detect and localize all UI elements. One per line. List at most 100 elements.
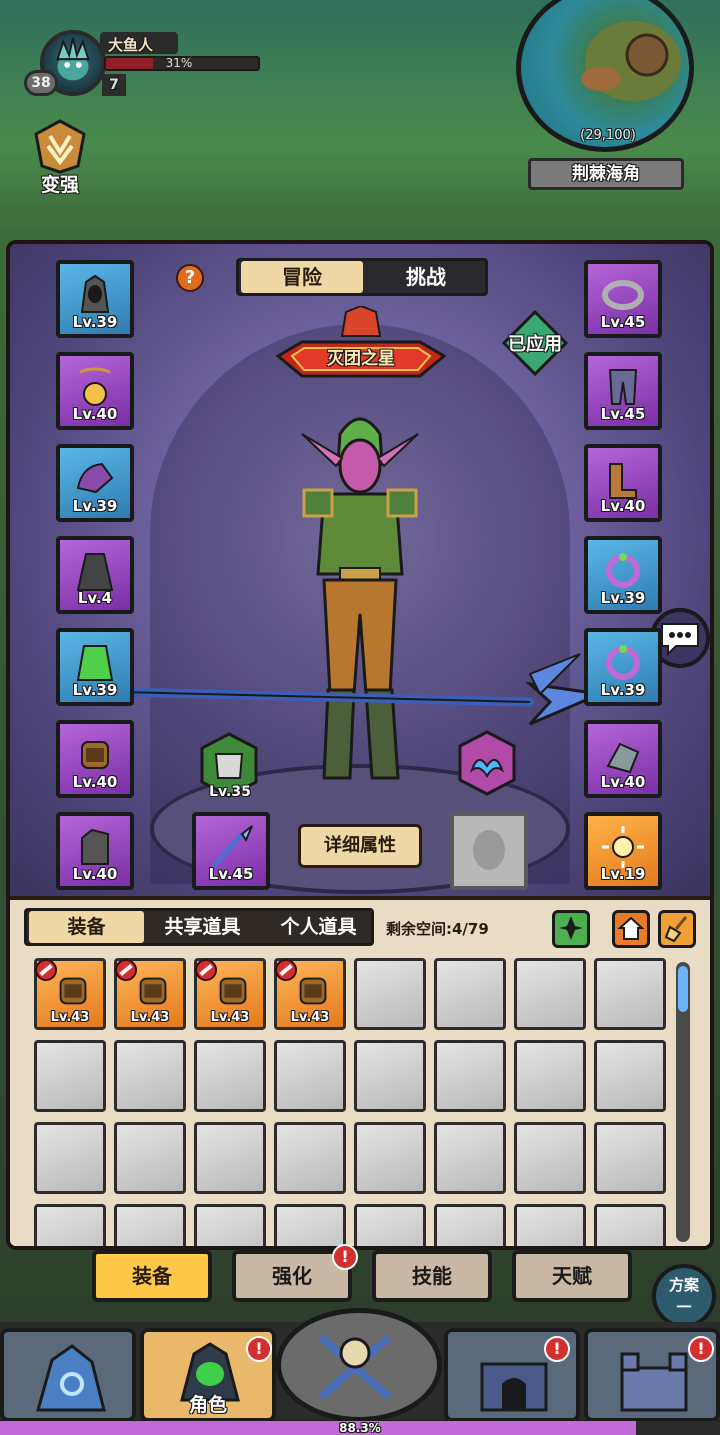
- scrollbar-thumb[interactable]: [678, 966, 688, 1012]
- loadout-plan-button[interactable]: 方案 一: [652, 1264, 716, 1328]
- locked-slot[interactable]: [450, 812, 528, 890]
- gate-alert-icon: !: [544, 1336, 570, 1362]
- tab-adventure[interactable]: 冒险: [241, 261, 363, 293]
- grow-stronger-label: 变强: [40, 174, 79, 196]
- inventory-empty-cell[interactable]: [514, 1204, 586, 1246]
- inventory-empty-cell[interactable]: [594, 958, 666, 1030]
- bracer-icon: [59, 977, 87, 1005]
- inventory-empty-cell[interactable]: [114, 1204, 186, 1246]
- applied-label: 已应用: [508, 334, 562, 355]
- wings-badge-icon[interactable]: [454, 730, 520, 796]
- inventory-item[interactable]: Lv.43: [274, 958, 346, 1030]
- inventory-item[interactable]: Lv.43: [114, 958, 186, 1030]
- slot-level: Lv.39: [600, 681, 646, 699]
- armor-set-level: Lv.35: [209, 784, 251, 800]
- bracer-icon: [299, 977, 327, 1005]
- left-equipment-slot-4[interactable]: Lv.4: [56, 536, 134, 614]
- help-button[interactable]: ?: [176, 264, 204, 292]
- enhance-alert-icon: !: [332, 1244, 358, 1270]
- inventory-empty-cell[interactable]: [194, 1040, 266, 1112]
- bracer-icon: [81, 741, 109, 769]
- left-equipment-slot-5[interactable]: Lv.39: [56, 628, 134, 706]
- nav-role-label: 角色: [188, 1394, 227, 1416]
- inventory-empty-cell[interactable]: [434, 958, 506, 1030]
- left-equipment-slot-6[interactable]: Lv.40: [56, 720, 134, 798]
- amulet-icon: [79, 367, 111, 406]
- tab-shared-items[interactable]: 共享道具: [145, 911, 260, 943]
- character-view: ? 冒险 挑战 灭团之星 已应用 Lv.45 Lv.35 详细属性 Lv.39 …: [10, 244, 710, 896]
- right-equipment-slot-1[interactable]: Lv.45: [584, 260, 662, 338]
- right-equipment-slot-7[interactable]: Lv.19: [584, 812, 662, 890]
- right-equipment-slot-3[interactable]: Lv.40: [584, 444, 662, 522]
- inventory-empty-cell[interactable]: [514, 958, 586, 1030]
- left-equipment-slot-2[interactable]: Lv.40: [56, 352, 134, 430]
- crest-icon: [34, 119, 86, 174]
- mode-tabs: 冒险 挑战: [236, 258, 488, 296]
- subtab-talent[interactable]: 天赋: [512, 1250, 632, 1302]
- inventory-empty-cell[interactable]: [594, 1122, 666, 1194]
- nav-home[interactable]: [0, 1328, 136, 1422]
- warehouse-button[interactable]: [612, 910, 650, 948]
- inventory-space: 剩余空间:4/79: [386, 920, 489, 938]
- inventory-empty-cell[interactable]: [274, 1122, 346, 1194]
- rune-stone-icon: [36, 1344, 106, 1412]
- left-equipment-slot-3[interactable]: Lv.39: [56, 444, 134, 522]
- tab-challenge[interactable]: 挑战: [365, 261, 487, 293]
- tab-equipment[interactable]: 装备: [29, 911, 144, 943]
- inventory-empty-cell[interactable]: [434, 1204, 506, 1246]
- subtab-skills[interactable]: 技能: [372, 1250, 492, 1302]
- inventory-empty-cell[interactable]: [354, 1122, 426, 1194]
- inventory-item[interactable]: Lv.43: [194, 958, 266, 1030]
- inventory-empty-cell[interactable]: [34, 1204, 106, 1246]
- left-equipment-slot-7[interactable]: Lv.40: [56, 812, 134, 890]
- minimap-coordinates: (29,100): [580, 128, 636, 143]
- inventory-empty-cell[interactable]: [114, 1040, 186, 1112]
- inventory-empty-cell[interactable]: [354, 958, 426, 1030]
- map-location-label[interactable]: 荆棘海角: [528, 158, 684, 190]
- weapon-slot[interactable]: Lv.45: [192, 812, 270, 890]
- slot-level: Lv.19: [600, 865, 646, 883]
- inventory-empty-cell[interactable]: [354, 1204, 426, 1246]
- nav-gate[interactable]: !: [444, 1328, 580, 1422]
- inventory-empty-cell[interactable]: [594, 1040, 666, 1112]
- item-level: Lv.43: [50, 1010, 90, 1025]
- sun-relic-icon: [602, 826, 644, 868]
- inventory-empty-cell[interactable]: [194, 1122, 266, 1194]
- subtab-equipment[interactable]: 装备: [92, 1250, 212, 1302]
- inventory-empty-cell[interactable]: [194, 1204, 266, 1246]
- broom-button[interactable]: [658, 910, 696, 948]
- inventory-empty-cell[interactable]: [274, 1040, 346, 1112]
- inventory-empty-cell[interactable]: [514, 1040, 586, 1112]
- boots-icon: [609, 463, 637, 499]
- bracer-icon: [139, 977, 167, 1005]
- nav-battle[interactable]: [276, 1308, 442, 1422]
- right-equipment-slot-5[interactable]: Lv.39: [584, 628, 662, 706]
- nav-castle[interactable]: !: [584, 1328, 720, 1422]
- belt-icon: [602, 280, 644, 310]
- house-icon: [617, 916, 645, 940]
- inventory-tabs: 装备 共享道具 个人道具: [24, 908, 374, 946]
- inventory-empty-cell[interactable]: [274, 1204, 346, 1246]
- inventory-empty-cell[interactable]: [114, 1122, 186, 1194]
- inventory-empty-cell[interactable]: [434, 1040, 506, 1112]
- inventory-empty-cell[interactable]: [594, 1204, 666, 1246]
- inventory-empty-cell[interactable]: [514, 1122, 586, 1194]
- tab-personal-items[interactable]: 个人道具: [261, 911, 376, 943]
- left-equipment-slot-1[interactable]: Lv.39: [56, 260, 134, 338]
- inventory-item[interactable]: Lv.43: [34, 958, 106, 1030]
- inventory-empty-cell[interactable]: [434, 1122, 506, 1194]
- detailed-attributes-button[interactable]: 详细属性: [298, 824, 422, 868]
- inventory-empty-cell[interactable]: [34, 1122, 106, 1194]
- right-equipment-slot-6[interactable]: Lv.40: [584, 720, 662, 798]
- slot-level: Lv.39: [72, 313, 118, 331]
- right-equipment-slot-4[interactable]: Lv.39: [584, 536, 662, 614]
- right-equipment-slot-2[interactable]: Lv.45: [584, 352, 662, 430]
- sort-button[interactable]: [552, 910, 590, 948]
- broom-icon: [664, 916, 688, 943]
- inventory-empty-cell[interactable]: [34, 1040, 106, 1112]
- slot-level: Lv.40: [72, 773, 118, 791]
- inventory-empty-cell[interactable]: [354, 1040, 426, 1112]
- grow-stronger-button[interactable]: 变强: [26, 118, 94, 198]
- nav-role[interactable]: 角色 !: [140, 1328, 276, 1422]
- inventory-panel: 装备 共享道具 个人道具 剩余空间:4/79 Lv.43 Lv.43 Lv.43 Lv…: [10, 896, 710, 1246]
